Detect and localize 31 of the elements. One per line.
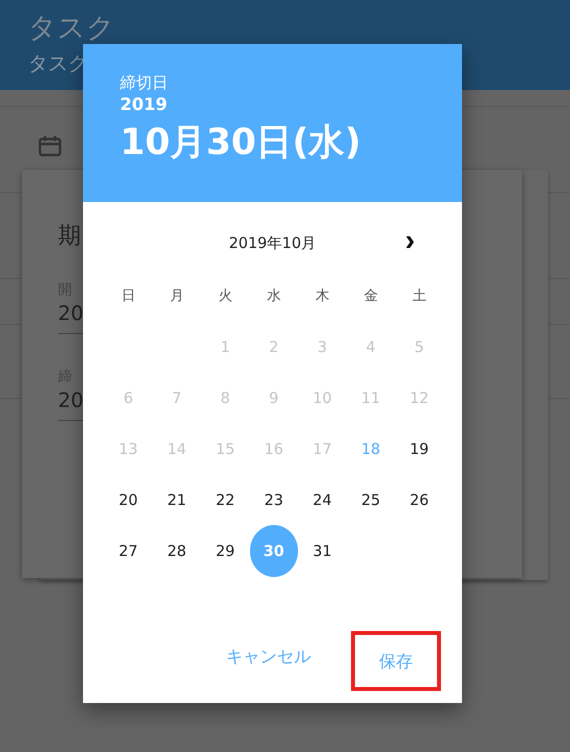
picker-caption: 締切日 (120, 72, 168, 94)
weekday-label: 月 (168, 286, 185, 306)
calendar-day[interactable]: 23 (252, 478, 296, 522)
calendar-day[interactable]: 24 (300, 478, 344, 522)
month-title[interactable]: 2019年10月 (228, 234, 316, 252)
weekday-label: 土 (411, 286, 428, 306)
app-title: タスク (28, 10, 116, 46)
calendar-day[interactable]: 26 (397, 478, 442, 522)
calendar-day[interactable]: 29 (203, 528, 248, 572)
calendar-day[interactable]: 18 (348, 426, 393, 470)
dialog-button[interactable]: キャンセル (206, 631, 331, 681)
calendar-day[interactable]: 21 (154, 478, 199, 522)
calendar-day[interactable]: 27 (106, 528, 150, 572)
calendar-day[interactable]: 30 (250, 524, 298, 576)
weekday-label: 金 (362, 286, 379, 306)
weekday-label: 水 (266, 286, 282, 306)
card-heading: 期 (58, 222, 81, 251)
picker-date: 10月30日(水) (120, 121, 362, 165)
weekday-label: 日 (120, 286, 136, 306)
next-month-button[interactable]: › (401, 228, 419, 254)
calendar-day[interactable]: 19 (397, 426, 442, 470)
calendar-day[interactable]: 28 (154, 528, 199, 572)
weekday-label: 木 (314, 286, 330, 306)
calendar-day[interactable]: 31 (300, 528, 344, 572)
calendar-icon (38, 135, 62, 157)
picker-year[interactable]: 2019 (120, 94, 168, 116)
calendar-day[interactable]: 25 (348, 478, 393, 522)
calendar-day[interactable]: 22 (203, 478, 248, 522)
dialog-button[interactable]: 保存 (351, 631, 441, 691)
calendar-day[interactable]: 20 (106, 478, 150, 522)
weekday-label: 火 (217, 286, 234, 306)
